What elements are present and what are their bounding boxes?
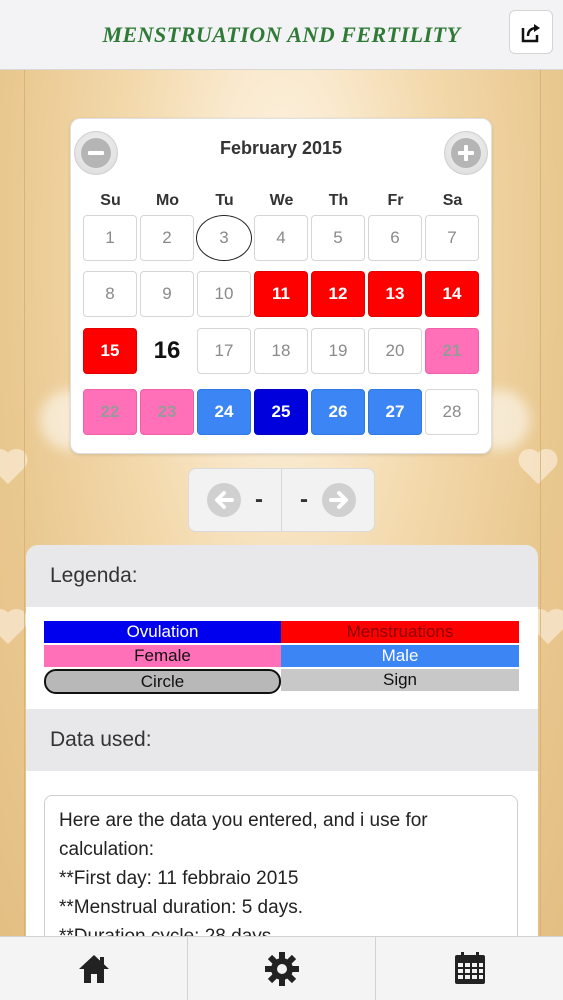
- calendar-day-4[interactable]: 4: [254, 215, 308, 261]
- weekday-label: Su: [100, 192, 121, 209]
- calendar-day-21[interactable]: 21: [425, 328, 479, 374]
- data-used-text[interactable]: Here are the data you entered, and i use…: [44, 795, 518, 941]
- calendar-month-title: February 2015: [219, 138, 343, 158]
- tab-calendar[interactable]: [375, 937, 563, 1000]
- cycle-pager: - -: [188, 468, 375, 532]
- calendar-day-22[interactable]: 22: [83, 389, 137, 435]
- calendar-day-10[interactable]: 10: [197, 271, 251, 317]
- calendar-day-3[interactable]: 3: [196, 215, 252, 261]
- legend-title: Legenda:: [50, 564, 138, 587]
- data-line: **First day: 11 febbraio 2015: [59, 868, 299, 889]
- calendar-day-23[interactable]: 23: [140, 389, 194, 435]
- legend-female: Female: [44, 645, 281, 667]
- bottom-tab-bar: [0, 936, 563, 1000]
- calendar-icon: [454, 951, 485, 984]
- legend-header: Legenda:: [26, 545, 538, 607]
- weekday-label: Sa: [442, 192, 463, 209]
- calendar-day-8[interactable]: 8: [83, 271, 137, 317]
- calendar-day-27[interactable]: 27: [368, 389, 422, 435]
- calendar-day-12[interactable]: 12: [311, 271, 365, 317]
- legend-panel: Ovulation Menstruations Female Male Circ…: [26, 607, 538, 709]
- calendar-day-15[interactable]: 15: [83, 328, 137, 374]
- home-icon: [78, 954, 109, 983]
- next-cycle-button[interactable]: -: [281, 469, 374, 531]
- weekday-label: Tu: [215, 192, 234, 209]
- tab-home[interactable]: [0, 937, 187, 1000]
- weekday-label: We: [269, 192, 294, 209]
- month-calendar: February 2015 Su Mo Tu We Th Fr Sa 1 2 3 4 5 6 7 8 9 10…: [70, 118, 492, 454]
- data-line: calculation:: [59, 839, 155, 860]
- calendar-day-11[interactable]: 11: [254, 271, 308, 317]
- calendar-day-26[interactable]: 26: [311, 389, 365, 435]
- calendar-day-24[interactable]: 24: [197, 389, 251, 435]
- legend-male: Male: [281, 645, 519, 667]
- tab-settings[interactable]: [187, 937, 375, 1000]
- previous-cycle-button[interactable]: -: [189, 469, 281, 531]
- share-icon: [521, 24, 540, 43]
- plus-icon: [451, 138, 481, 168]
- weekday-label: Th: [328, 192, 349, 209]
- calendar-day-18[interactable]: 18: [254, 328, 308, 374]
- weekday-header: Su Mo Tu We Th Fr Sa: [71, 192, 493, 212]
- calendar-day-28[interactable]: 28: [425, 389, 479, 435]
- calendar-day-6[interactable]: 6: [368, 215, 422, 261]
- calendar-day-7[interactable]: 7: [425, 215, 479, 261]
- legend-circle: Circle: [44, 669, 281, 694]
- calendar-day-2[interactable]: 2: [140, 215, 194, 261]
- app-header: MENSTRUATION AND FERTILITY: [0, 0, 563, 70]
- divider: [540, 70, 541, 936]
- legend-ovulation: Ovulation: [44, 621, 281, 643]
- data-line: **Menstrual duration: 5 days.: [59, 897, 303, 918]
- data-used-header: Data used:: [26, 709, 538, 771]
- page-title: MENSTRUATION AND FERTILITY: [102, 21, 461, 47]
- calendar-day-19[interactable]: 19: [311, 328, 365, 374]
- weekday-label: Mo: [155, 192, 180, 209]
- next-month-button[interactable]: [444, 131, 488, 175]
- data-line: Here are the data you entered, and i use…: [59, 810, 428, 831]
- next-cycle-value: -: [300, 486, 308, 513]
- legend-sign: Sign: [281, 669, 519, 691]
- calendar-day-5[interactable]: 5: [311, 215, 365, 261]
- share-button[interactable]: [509, 10, 553, 54]
- calendar-day-1[interactable]: 1: [83, 215, 137, 261]
- background-heart: [0, 450, 30, 490]
- arrow-right-icon: [322, 483, 356, 517]
- calendar-day-17[interactable]: 17: [197, 328, 251, 374]
- legend-menstruations: Menstruations: [281, 621, 519, 643]
- previous-cycle-value: -: [255, 486, 263, 513]
- calendar-day-13[interactable]: 13: [368, 271, 422, 317]
- calendar-day-14[interactable]: 14: [425, 271, 479, 317]
- weekday-label: Fr: [387, 192, 404, 209]
- arrow-left-icon: [207, 483, 241, 517]
- calendar-day-25[interactable]: 25: [254, 389, 308, 435]
- divider: [24, 70, 25, 936]
- calendar-day-16[interactable]: 16: [140, 328, 194, 374]
- calendar-day-9[interactable]: 9: [140, 271, 194, 317]
- data-used-title: Data used:: [50, 728, 152, 751]
- gear-icon: [264, 951, 299, 986]
- calendar-day-20[interactable]: 20: [368, 328, 422, 374]
- data-used-panel: Here are the data you entered, and i use…: [26, 771, 538, 941]
